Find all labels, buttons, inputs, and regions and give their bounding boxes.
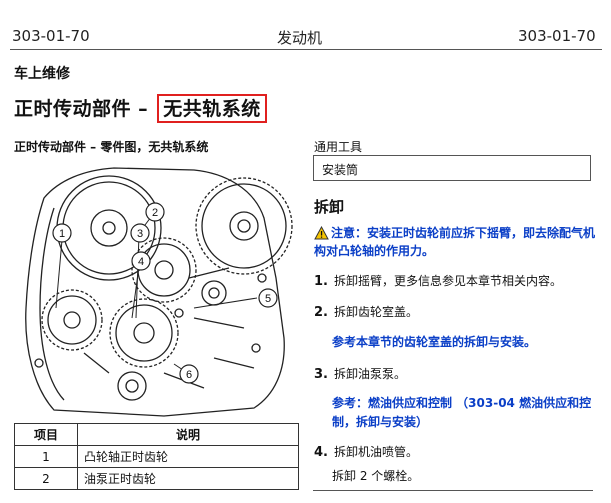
callout-6-label: 6	[186, 369, 192, 381]
step-4-number: 4.	[314, 445, 328, 460]
step-3-text: 拆卸油泵泵。	[333, 367, 406, 381]
timing-gear-diagram: 1 2 3 4 5 6	[25, 167, 293, 417]
step-4-text: 拆卸机油喷管。	[333, 445, 418, 459]
page-title-highlight: 无共轨系统	[157, 94, 267, 123]
step-2-text: 拆卸齿轮室盖。	[333, 305, 418, 319]
caution-text: 注意：安装正时齿轮前应拆下摇臂，即去除配气机构对凸轮轴的作用力。	[314, 226, 596, 258]
header-rule	[10, 49, 602, 50]
step-4: 4. 拆卸机油喷管。	[314, 443, 599, 462]
col-item: 项目	[14, 423, 78, 446]
page-title: 正时传动部件 – 无共轨系统	[14, 94, 267, 123]
page-title-main: 正时传动部件 –	[14, 98, 156, 120]
header-page-left: 303-01-70	[12, 27, 90, 45]
table-row: 2 油泵正时齿轮	[14, 467, 299, 490]
step-2: 2. 拆卸齿轮室盖。	[314, 303, 599, 322]
parts-table: 项目 说明 1 凸轮轴正时齿轮 2 油泵正时齿轮	[14, 423, 299, 490]
row-desc: 凸轮轴正时齿轮	[77, 445, 299, 468]
caution-note: 注意：安装正时齿轮前应拆下摇臂，即去除配气机构对凸轮轴的作用力。	[314, 224, 599, 260]
step-1: 1. 拆卸摇臂，更多信息参见本章节相关内容。	[314, 272, 599, 291]
callout-3-label: 3	[137, 228, 143, 240]
next-figure-box	[313, 490, 593, 503]
row-item: 1	[14, 445, 78, 468]
figure-title: 正时传动部件 – 零件图，无共轨系统	[14, 140, 209, 154]
section-title: 车上维修	[14, 66, 70, 82]
callout-5-label: 5	[265, 293, 271, 305]
tools-label: 通用工具	[314, 140, 363, 154]
col-desc: 说明	[77, 423, 299, 446]
step-2-number: 2.	[314, 305, 328, 320]
parts-table-header: 项目 说明	[14, 423, 299, 446]
row-desc: 油泵正时齿轮	[77, 467, 299, 490]
callout-1-label: 1	[59, 228, 65, 240]
step-2-reference-link[interactable]: 参考本章节的齿轮室盖的拆卸与安装。	[332, 333, 597, 352]
warning-triangle-icon	[314, 226, 329, 240]
tools-box: 安装筒	[313, 155, 591, 181]
tool-item: 安装筒	[322, 163, 359, 177]
step-1-number: 1.	[314, 274, 328, 289]
callout-2-label: 2	[152, 207, 158, 219]
callout-4-label: 4	[138, 256, 144, 268]
step-3: 3. 拆卸油泵泵。	[314, 365, 599, 384]
step-1-text: 拆卸摇臂，更多信息参见本章节相关内容。	[333, 274, 562, 288]
row-item: 2	[14, 467, 78, 490]
removal-heading: 拆卸	[314, 198, 345, 216]
step-3-number: 3.	[314, 367, 328, 382]
step-4-substep: 拆卸 2 个螺栓。	[332, 469, 420, 483]
header-page-right: 303-01-70	[518, 27, 596, 45]
step-3-reference-link[interactable]: 参考：燃油供应和控制 （303-04 燃油供应和控制，拆卸与安装）	[332, 394, 597, 432]
table-row: 1 凸轮轴正时齿轮	[14, 445, 299, 468]
header-chapter: 发动机	[277, 29, 323, 47]
